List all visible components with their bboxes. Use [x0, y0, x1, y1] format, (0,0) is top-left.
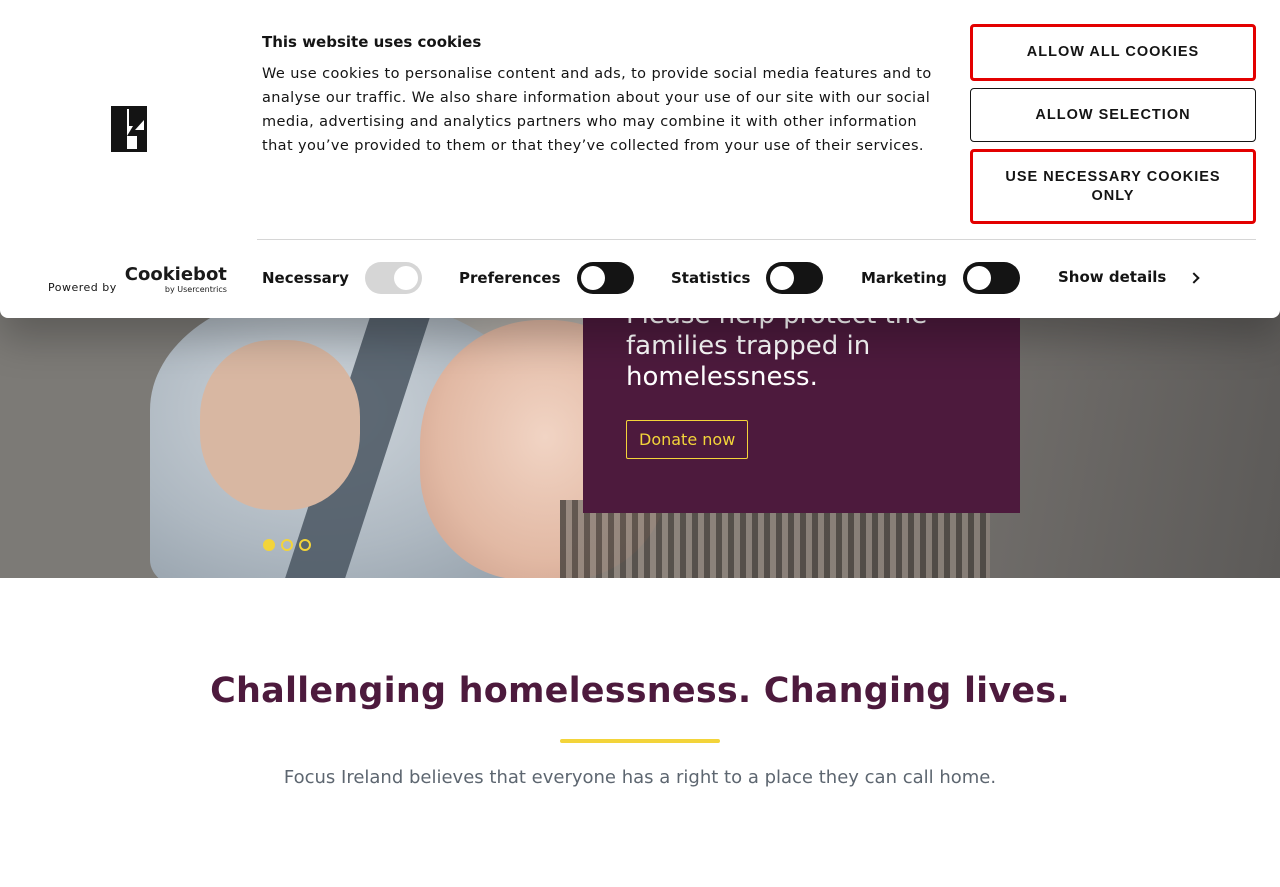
- slider-dots: [263, 539, 311, 551]
- toggle-marketing-switch[interactable]: [962, 262, 1020, 294]
- slider-dot-1[interactable]: [263, 539, 275, 551]
- necessary-cookies-only-button[interactable]: USE NECESSARY COOKIES ONLY: [970, 149, 1256, 224]
- cookiebot-logo: Cookiebot by Usercentrics: [124, 264, 227, 295]
- toggle-preferences[interactable]: Preferences: [459, 262, 634, 294]
- toggle-statistics-switch[interactable]: [766, 262, 824, 294]
- intro-title: Challenging homelessness. Changing lives…: [210, 671, 1070, 711]
- cookie-banner-text: We use cookies to personalise content an…: [262, 66, 932, 154]
- show-details-label: Show details: [1058, 268, 1167, 286]
- cookiebot-wordmark: Cookiebot: [124, 264, 227, 285]
- cookie-consent-banner: This website uses cookies We use cookies…: [0, 0, 1280, 318]
- toggle-preferences-switch[interactable]: [576, 262, 634, 294]
- allow-all-cookies-button[interactable]: ALLOW ALL COOKIES: [970, 24, 1256, 81]
- slider-dot-3[interactable]: [299, 539, 311, 551]
- chevron-right-icon: [1188, 271, 1200, 284]
- toggle-marketing-label: Marketing: [861, 269, 947, 287]
- toggle-marketing[interactable]: Marketing: [861, 262, 1020, 294]
- cookiebot-badge[interactable]: Powered by Cookiebot by Usercentrics: [48, 264, 227, 295]
- cookie-banner-title: This website uses cookies: [262, 33, 482, 51]
- show-details-link[interactable]: Show details: [1058, 268, 1200, 286]
- title-underline: [560, 739, 720, 743]
- hero-image-hand: [200, 340, 360, 510]
- toggle-necessary-switch: [364, 262, 422, 294]
- powered-by-label: Powered by: [48, 281, 117, 294]
- cookiebot-sublabel: by Usercentrics: [164, 285, 227, 294]
- toggle-preferences-label: Preferences: [459, 269, 561, 287]
- toggle-statistics-label: Statistics: [671, 269, 751, 287]
- toggle-statistics[interactable]: Statistics: [671, 262, 824, 294]
- slider-dot-2[interactable]: [281, 539, 293, 551]
- allow-selection-button[interactable]: ALLOW SELECTION: [970, 88, 1256, 142]
- focus-ireland-logo-icon: [111, 106, 147, 152]
- toggle-necessary: Necessary: [262, 262, 422, 294]
- intro-subtitle: Focus Ireland believes that everyone has…: [283, 767, 997, 788]
- toggle-necessary-label: Necessary: [262, 269, 349, 287]
- cookie-banner-divider: [257, 239, 1256, 240]
- donate-now-button[interactable]: Donate now: [626, 420, 749, 459]
